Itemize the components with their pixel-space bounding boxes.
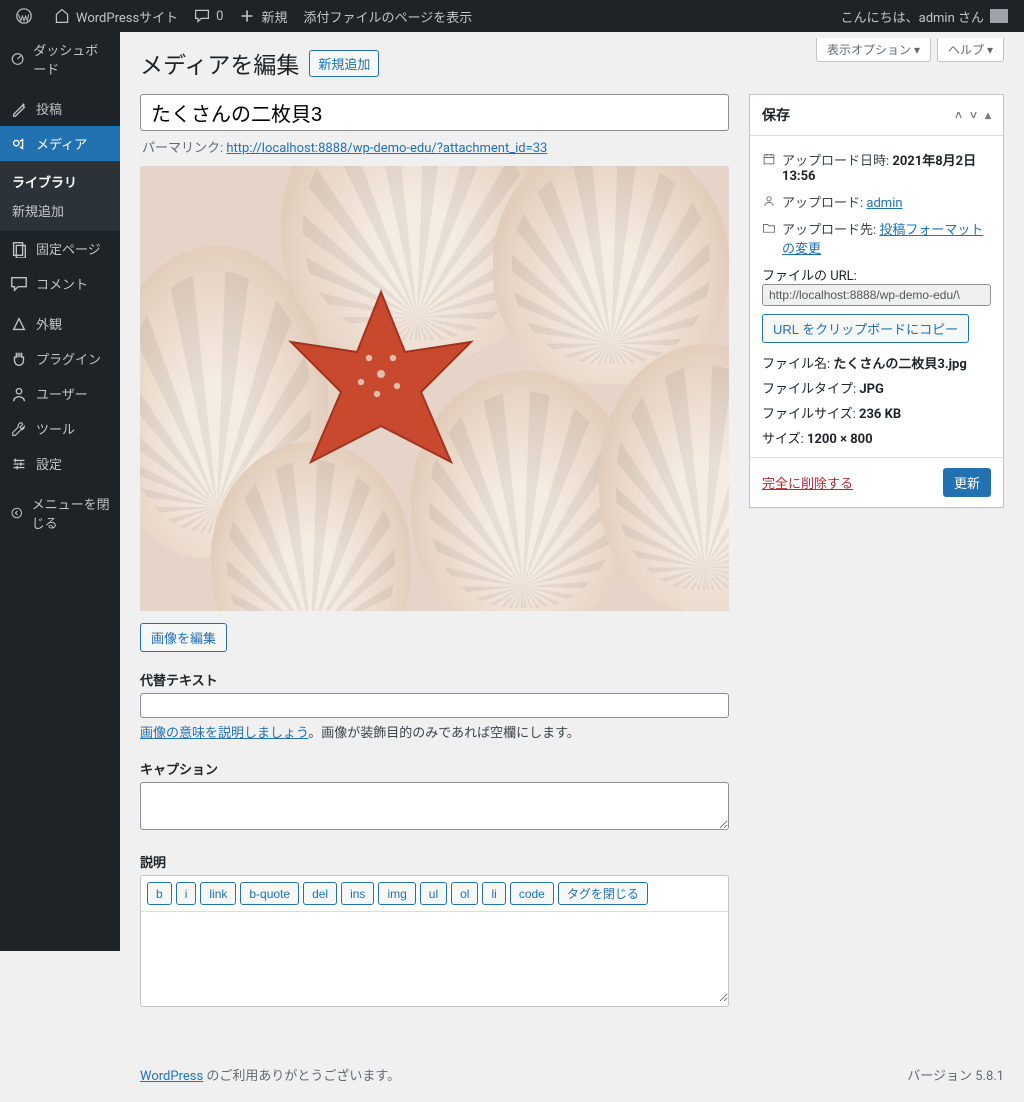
folder-icon (762, 221, 776, 235)
qt-li[interactable]: li (482, 882, 505, 905)
alt-text-label: 代替テキスト (140, 670, 729, 689)
qt-ul[interactable]: ul (420, 882, 447, 905)
metabox-down-icon[interactable]: ˅ (970, 108, 977, 122)
menu-media[interactable]: メディア (0, 126, 120, 161)
save-metabox: 保存 ˄ ˅ ▴ アップロード日時: 2021年8月2日 13:56 アップロー… (749, 94, 1004, 508)
page-title: メディアを編集 (140, 46, 299, 80)
collapse-menu[interactable]: メニューを閉じる (0, 486, 120, 540)
metabox-up-icon[interactable]: ˄ (955, 108, 962, 122)
menu-pages[interactable]: 固定ページ (0, 231, 120, 266)
menu-appearance[interactable]: 外観 (0, 306, 120, 341)
qt-ins[interactable]: ins (341, 882, 374, 905)
avatar-icon (990, 9, 1008, 23)
qt-ol[interactable]: ol (451, 882, 478, 905)
qt-b[interactable]: b (147, 882, 172, 905)
permalink-link[interactable]: http://localhost:8888/wp-demo-edu/?attac… (226, 141, 547, 156)
qt-link[interactable]: link (200, 882, 236, 905)
quicktags-toolbar: bilinkb-quotedelinsimgulollicodeタグを閉じる (141, 876, 728, 912)
alt-text-help: 画像の意味を説明しましょう。画像が装飾目的のみであれば空欄にします。 (140, 722, 729, 741)
new-content[interactable]: 新規 (231, 0, 295, 32)
metabox-toggle-icon[interactable]: ▴ (985, 108, 991, 122)
caption-input[interactable] (140, 782, 729, 830)
permalink-row: パーマリンク: http://localhost:8888/wp-demo-ed… (142, 137, 727, 156)
user-icon (762, 194, 776, 208)
description-input[interactable] (141, 912, 728, 1002)
submenu-library[interactable]: ライブラリ (0, 167, 120, 196)
qt-code[interactable]: code (510, 882, 554, 905)
alt-help-link[interactable]: 画像の意味を説明しましょう (140, 726, 308, 741)
submenu-media: ライブラリ 新規追加 (0, 161, 120, 231)
footer-thanks: WordPress のご利用ありがとうございます。 (140, 1065, 400, 1084)
alt-text-input[interactable] (140, 693, 729, 718)
uploaded-by-link[interactable]: admin (866, 196, 902, 211)
starfish-icon (281, 282, 481, 482)
menu-users[interactable]: ユーザー (0, 376, 120, 411)
qt-b-quote[interactable]: b-quote (240, 882, 299, 905)
description-label: 説明 (140, 852, 729, 871)
screen-options-tab[interactable]: 表示オプション ▾ (816, 38, 931, 62)
caption-label: キャプション (140, 759, 729, 778)
edit-image-button[interactable]: 画像を編集 (140, 623, 227, 652)
qt-del[interactable]: del (303, 882, 337, 905)
menu-settings[interactable]: 設定 (0, 446, 120, 481)
menu-tools[interactable]: ツール (0, 411, 120, 446)
comments-count[interactable]: 0 (186, 0, 231, 32)
file-url-input[interactable] (762, 284, 991, 306)
submenu-add-new[interactable]: 新規追加 (0, 196, 120, 225)
footer-wp-link[interactable]: WordPress (140, 1069, 203, 1084)
menu-comments[interactable]: コメント (0, 266, 120, 301)
qt-img[interactable]: img (378, 882, 415, 905)
menu-posts[interactable]: 投稿 (0, 91, 120, 126)
view-attachment-page[interactable]: 添付ファイルのページを表示 (296, 0, 481, 32)
update-button[interactable]: 更新 (943, 468, 991, 497)
menu-dashboard[interactable]: ダッシュボード (0, 32, 120, 86)
add-new-button[interactable]: 新規追加 (309, 50, 379, 77)
attachment-title-input[interactable] (140, 94, 729, 131)
calendar-icon (762, 152, 776, 166)
save-metabox-title: 保存 (762, 105, 790, 125)
qt-タグを閉じる[interactable]: タグを閉じる (558, 882, 648, 905)
footer-version: バージョン 5.8.1 (907, 1065, 1004, 1084)
qt-i[interactable]: i (176, 882, 197, 905)
site-name[interactable]: WordPressサイト (46, 0, 186, 32)
menu-plugins[interactable]: プラグイン (0, 341, 120, 376)
my-account[interactable]: こんにちは、admin さん (833, 0, 1016, 32)
delete-permanently-link[interactable]: 完全に削除する (762, 473, 853, 492)
help-tab[interactable]: ヘルプ ▾ (937, 38, 1004, 62)
file-url-label: ファイルの URL: (762, 265, 991, 284)
wp-logo[interactable] (8, 0, 46, 32)
copy-url-button[interactable]: URL をクリップボードにコピー (762, 314, 969, 343)
attachment-preview (140, 166, 729, 611)
